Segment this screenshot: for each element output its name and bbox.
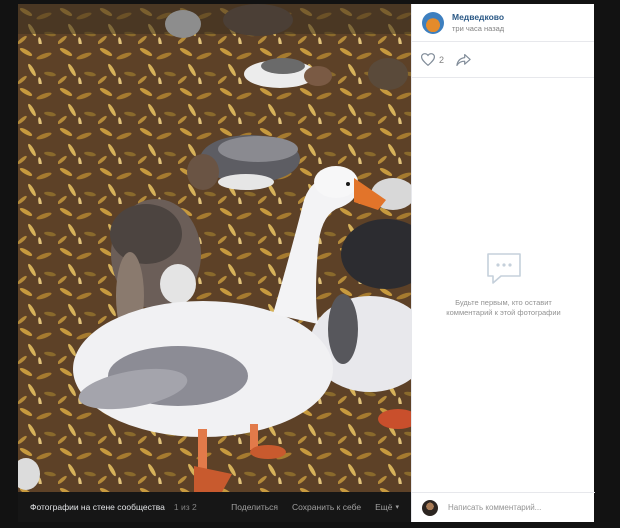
comment-input[interactable] xyxy=(448,503,583,512)
photo-counter: 1 из 2 xyxy=(173,502,197,512)
photo[interactable] xyxy=(18,4,411,492)
post-actions: 2 xyxy=(412,42,594,78)
chevron-down-icon: ▾ xyxy=(395,504,399,511)
like-button[interactable]: 2 xyxy=(421,53,444,66)
current-user-avatar xyxy=(422,499,438,516)
more-menu-button[interactable]: Ещё ▾ xyxy=(375,502,399,512)
author-name-link[interactable]: Медведково xyxy=(452,11,504,23)
post-header: Медведково три часа назад xyxy=(412,4,594,42)
photo-toolbar: Фотографии на стене сообщества 1 из 2 По… xyxy=(18,492,411,522)
more-label: Ещё xyxy=(375,502,393,512)
share-button[interactable] xyxy=(456,53,471,66)
photo-viewer: Фотографии на стене сообщества 1 из 2 По… xyxy=(18,4,595,522)
comments-empty-state: Будьте первым, кто оставит комментарий к… xyxy=(412,78,595,492)
share-arrow-icon xyxy=(456,53,471,66)
heart-icon xyxy=(421,53,435,66)
share-link[interactable]: Поделиться xyxy=(231,502,278,512)
comment-composer xyxy=(412,492,595,522)
geese-photo-image xyxy=(18,4,411,492)
community-avatar[interactable] xyxy=(422,11,444,34)
post-meta: Медведково три часа назад xyxy=(452,11,504,35)
info-panel: Медведково три часа назад 2 Будьте первы… xyxy=(411,4,595,522)
empty-comments-message: Будьте первым, кто оставит комментарий к… xyxy=(446,298,561,317)
album-link[interactable]: Фотографии на стене сообщества xyxy=(30,502,165,512)
save-to-profile-link[interactable]: Сохранить к себе xyxy=(292,502,361,512)
chat-bubble-icon xyxy=(486,253,521,284)
like-count: 2 xyxy=(439,54,445,65)
post-time[interactable]: три часа назад xyxy=(452,23,504,35)
